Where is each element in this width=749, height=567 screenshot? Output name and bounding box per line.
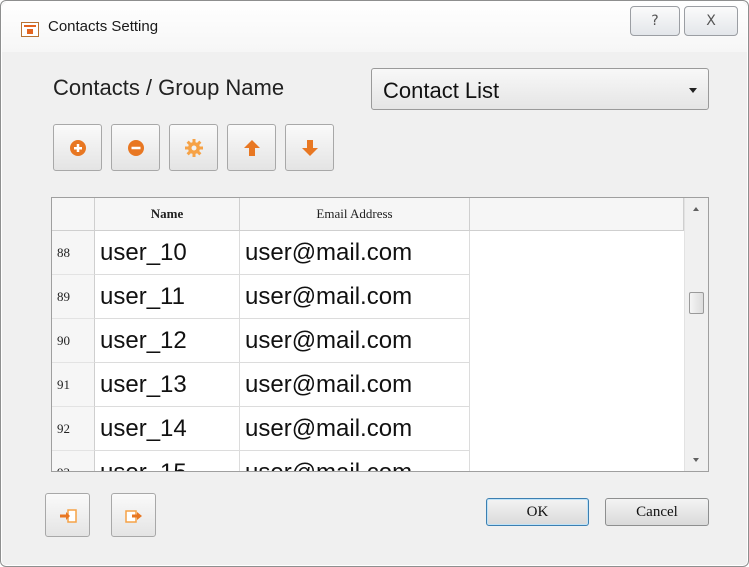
table-row[interactable]: 92 user_14 user@mail.com xyxy=(52,407,684,451)
row-number[interactable]: 91 xyxy=(52,363,95,407)
close-button[interactable]: X xyxy=(684,6,738,36)
name-cell[interactable]: user_12 xyxy=(95,319,240,363)
app-icon xyxy=(21,22,39,37)
name-cell[interactable]: user_15 xyxy=(95,451,240,471)
table-row[interactable]: 90 user_12 user@mail.com xyxy=(52,319,684,363)
email-cell[interactable]: user@mail.com xyxy=(240,231,470,275)
email-cell[interactable]: user@mail.com xyxy=(240,319,470,363)
column-header-name[interactable]: Name xyxy=(95,198,240,231)
gear-icon xyxy=(185,139,203,157)
table-row[interactable]: 91 user_13 user@mail.com xyxy=(52,363,684,407)
table-row[interactable]: 88 user_10 user@mail.com xyxy=(52,231,684,275)
name-cell[interactable]: user_10 xyxy=(95,231,240,275)
email-cell[interactable]: user@mail.com xyxy=(240,451,470,471)
email-cell[interactable]: user@mail.com xyxy=(240,363,470,407)
cancel-button[interactable]: Cancel xyxy=(605,498,709,526)
row-number[interactable]: 92 xyxy=(52,407,95,451)
row-number[interactable]: 90 xyxy=(52,319,95,363)
scroll-thumb[interactable] xyxy=(689,292,704,314)
row-number[interactable]: 88 xyxy=(52,231,95,275)
name-cell[interactable]: user_13 xyxy=(95,363,240,407)
help-button[interactable]: ? xyxy=(630,6,680,36)
contacts-table[interactable]: Name Email Address 88 user_10 user@mail.… xyxy=(51,197,709,472)
settings-button[interactable] xyxy=(169,124,218,171)
table-row[interactable]: 93 user_15 user@mail.com xyxy=(52,451,684,471)
vertical-scrollbar[interactable] xyxy=(684,198,708,471)
email-cell[interactable]: user@mail.com xyxy=(240,275,470,319)
import-button[interactable] xyxy=(45,493,90,537)
group-select-value: Contact List xyxy=(383,78,500,103)
title-bar: Contacts Setting ? X xyxy=(2,2,747,52)
import-icon xyxy=(60,509,77,523)
chevron-down-icon xyxy=(689,88,697,93)
arrow-down-icon xyxy=(302,140,318,156)
minus-circle-icon xyxy=(128,140,144,156)
remove-button[interactable] xyxy=(111,124,160,171)
export-icon xyxy=(125,510,142,523)
plus-circle-icon xyxy=(70,140,86,156)
ok-button[interactable]: OK xyxy=(486,498,589,526)
name-cell[interactable]: user_14 xyxy=(95,407,240,451)
table-row[interactable]: 89 user_11 user@mail.com xyxy=(52,275,684,319)
row-number[interactable]: 93 xyxy=(52,451,95,471)
scroll-up-icon[interactable] xyxy=(693,207,699,211)
add-button[interactable] xyxy=(53,124,102,171)
row-number[interactable]: 89 xyxy=(52,275,95,319)
export-button[interactable] xyxy=(111,493,156,537)
group-select[interactable]: Contact List xyxy=(371,68,709,110)
column-header-filler xyxy=(470,198,684,231)
arrow-up-icon xyxy=(244,140,260,156)
window-title: Contacts Setting xyxy=(48,18,159,35)
move-up-button[interactable] xyxy=(227,124,276,171)
contacts-setting-dialog: Contacts Setting ? X Contacts / Group Na… xyxy=(0,0,749,567)
table-corner-header[interactable] xyxy=(52,198,95,231)
column-header-email[interactable]: Email Address xyxy=(240,198,470,231)
scroll-down-icon[interactable] xyxy=(693,458,699,462)
email-cell[interactable]: user@mail.com xyxy=(240,407,470,451)
group-name-label: Contacts / Group Name xyxy=(53,75,285,100)
move-down-button[interactable] xyxy=(285,124,334,171)
name-cell[interactable]: user_11 xyxy=(95,275,240,319)
